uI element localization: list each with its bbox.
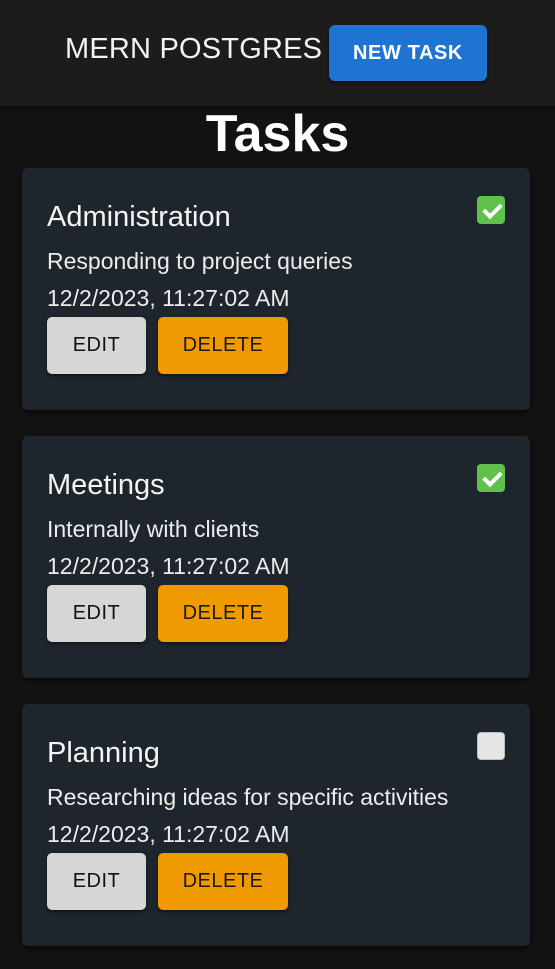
task-title: Administration xyxy=(47,201,231,233)
task-card: Meetings Internally with clients 12/2/20… xyxy=(22,436,530,678)
brand-title[interactable]: MERN POSTGRES xyxy=(65,33,322,66)
task-date: 12/2/2023, 11:27:02 AM xyxy=(47,285,290,311)
edit-button[interactable]: EDIT xyxy=(47,317,146,374)
checked-checkbox-icon[interactable] xyxy=(477,196,505,224)
app-bar: MERN POSTGRES NEW TASK xyxy=(0,0,555,106)
edit-button[interactable]: EDIT xyxy=(47,853,146,910)
checked-checkbox-icon[interactable] xyxy=(477,464,505,492)
delete-button[interactable]: DELETE xyxy=(158,317,288,374)
page-title: Tasks xyxy=(205,105,350,163)
task-title: Meetings xyxy=(47,469,165,501)
new-task-button[interactable]: NEW TASK xyxy=(329,25,487,81)
task-card: Planning Researching ideas for specific … xyxy=(22,704,530,946)
delete-button[interactable]: DELETE xyxy=(158,585,288,642)
delete-button[interactable]: DELETE xyxy=(158,853,288,910)
task-date: 12/2/2023, 11:27:02 AM xyxy=(47,821,290,847)
task-card: Administration Responding to project que… xyxy=(22,168,530,410)
unchecked-checkbox-icon[interactable] xyxy=(477,732,505,760)
task-title: Planning xyxy=(47,737,160,769)
task-description: Internally with clients xyxy=(47,516,260,542)
task-description: Researching ideas for specific activitie… xyxy=(47,784,449,810)
task-date: 12/2/2023, 11:27:02 AM xyxy=(47,553,290,579)
task-description: Responding to project queries xyxy=(47,248,353,274)
edit-button[interactable]: EDIT xyxy=(47,585,146,642)
